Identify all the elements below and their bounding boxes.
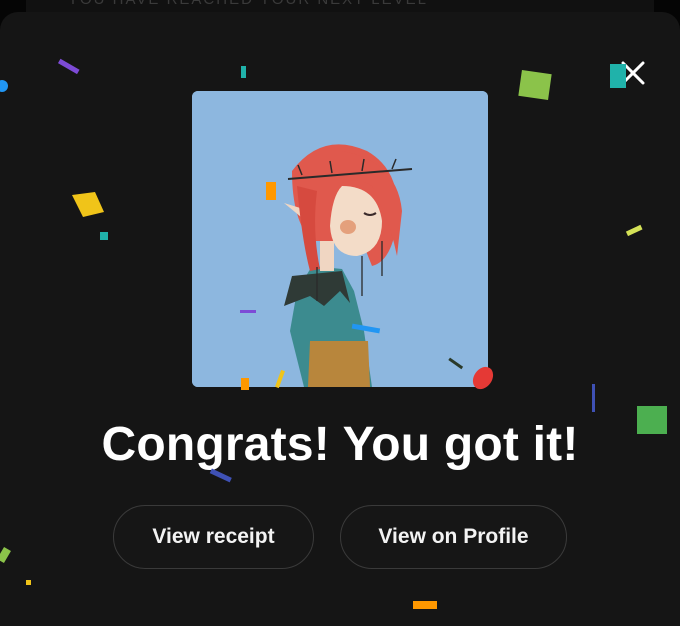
nft-artwork-image (192, 91, 488, 387)
congrats-headline: Congrats! You got it! (101, 418, 579, 471)
view-receipt-button[interactable]: View receipt (113, 505, 314, 569)
view-on-profile-button[interactable]: View on Profile (340, 505, 567, 569)
background-faded-text: YOU HAVE REACHED YOUR NEXT LEVEL (68, 0, 428, 8)
close-icon (621, 61, 645, 85)
background-content: YOU HAVE REACHED YOUR NEXT LEVEL (26, 0, 654, 12)
congrats-modal: Congrats! You got it! View receipt View … (0, 12, 680, 626)
close-button[interactable] (616, 56, 650, 90)
page-backdrop: YOU HAVE REACHED YOUR NEXT LEVEL (0, 0, 680, 626)
